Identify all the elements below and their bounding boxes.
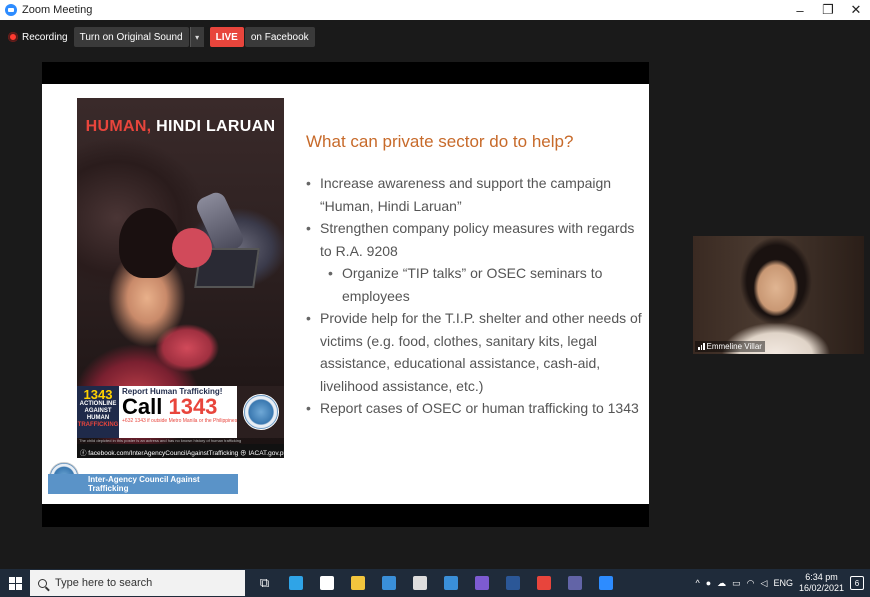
shared-screen: HUMAN, HINDI LARUAN 1343 ACTIONLINE AGAI… (42, 62, 649, 527)
taskbar-search[interactable]: Type here to search (30, 570, 245, 596)
store-icon[interactable] (313, 570, 340, 596)
zoom-icon-glyph (598, 576, 613, 590)
agency-label: Inter-Agency Council Against Trafficking (48, 474, 238, 494)
poster-title: HUMAN, HINDI LARUAN (77, 118, 284, 136)
poster-title-white: HINDI LARUAN (151, 118, 276, 135)
ie-icon[interactable] (437, 570, 464, 596)
actionline-trafficking: TRAFFICKING (77, 422, 119, 428)
onedrive-icon[interactable]: ☁ (717, 578, 726, 589)
zoom-app-icon (5, 4, 17, 16)
tray-overflow-icon[interactable]: ^ (695, 578, 699, 588)
teams-icon-glyph (567, 576, 582, 590)
slide-bullet: Provide help for the T.I.P. shelter and … (304, 307, 644, 397)
participant-video-feed (693, 236, 864, 354)
meeting-status-bar: Recording Turn on Original Sound ▾ LIVE … (8, 26, 315, 48)
search-icon (38, 578, 47, 588)
chrome-icon[interactable] (530, 570, 557, 596)
original-sound-button[interactable]: Turn on Original Sound (73, 27, 189, 47)
participant-video[interactable]: Emmeline Villar (693, 236, 864, 354)
poster-photo-detail (119, 208, 179, 278)
chrome-icon-glyph (536, 576, 551, 590)
actionline-box: 1343 ACTIONLINE AGAINST HUMAN TRAFFICKIN… (77, 386, 119, 438)
viber-icon-glyph (474, 576, 489, 590)
recording-indicator[interactable]: Recording (8, 32, 68, 43)
viber-icon[interactable] (468, 570, 495, 596)
slide-bullets: Increase awareness and support the campa… (304, 172, 644, 420)
poster-footer: ⓕ facebook.com/InterAgencyCouncilAgainst… (77, 444, 284, 458)
wifi-icon[interactable]: ◠ (747, 578, 755, 589)
call-number: 1343 (168, 394, 218, 419)
actionline-label: ACTIONLINE (79, 401, 117, 407)
search-placeholder: Type here to search (55, 577, 153, 589)
ie-icon-glyph (443, 576, 458, 590)
original-sound-dropdown-icon[interactable]: ▾ (189, 27, 204, 47)
presentation-slide: HUMAN, HINDI LARUAN 1343 ACTIONLINE AGAI… (42, 84, 649, 504)
participant-name-tag: Emmeline Villar (695, 341, 765, 352)
recording-icon (8, 32, 18, 42)
slide-heading: What can private sector do to help? (306, 132, 574, 151)
windows-taskbar: Type here to search ⧉ ^ ● ☁ ▭ ◠ ◁ ENG 6:… (0, 569, 870, 597)
call-line: Call 1343 (122, 396, 234, 418)
store-icon-glyph (319, 576, 334, 590)
clock-date: 16/02/2021 (798, 583, 844, 593)
vpn-icon-glyph (412, 576, 427, 590)
campaign-poster: HUMAN, HINDI LARUAN 1343 ACTIONLINE AGAI… (77, 98, 284, 458)
word-icon[interactable] (499, 570, 526, 596)
minimize-button[interactable]: – (786, 3, 814, 18)
language-indicator[interactable]: ENG (773, 578, 793, 588)
seal-box (237, 386, 284, 438)
recording-label: Recording (22, 31, 68, 43)
slide-bullet: Strengthen company policy measures with … (304, 217, 644, 262)
clock[interactable]: 6:34 pm 16/02/2021 (799, 572, 844, 594)
slide-sub-bullet: Organize “TIP talks” or OSEC seminars to… (304, 262, 644, 307)
start-button[interactable] (0, 569, 30, 597)
file-explorer-icon[interactable] (344, 570, 371, 596)
edge-icon[interactable] (282, 570, 309, 596)
zoom-icon[interactable] (592, 570, 619, 596)
notifications-icon[interactable]: 6 (850, 576, 864, 590)
edge-icon-glyph (288, 576, 303, 590)
agency-seal-icon (242, 394, 279, 430)
task-view-icon[interactable]: ⧉ (251, 570, 278, 596)
file-explorer-icon-glyph (350, 576, 365, 590)
word-icon-glyph (505, 576, 520, 590)
poster-title-red: HUMAN, (85, 118, 152, 135)
mail-icon-glyph (381, 576, 396, 590)
slide-bullet: Increase awareness and support the campa… (304, 172, 644, 217)
poster-disclaimer: The child depicted in this poster is an … (79, 438, 242, 443)
mail-icon[interactable] (375, 570, 402, 596)
vpn-icon[interactable] (406, 570, 433, 596)
window-titlebar: Zoom Meeting – ❐ ✕ (0, 0, 870, 20)
poster-photo-detail (172, 228, 212, 268)
slide-bullet: Report cases of OSEC or human traffickin… (304, 397, 644, 420)
live-target-button[interactable]: on Facebook (244, 27, 315, 47)
meeting-area: Recording Turn on Original Sound ▾ LIVE … (0, 20, 870, 569)
system-tray: ^ ● ☁ ▭ ◠ ◁ ENG 6:34 pm 16/02/2021 6 (695, 572, 870, 594)
restore-button[interactable]: ❐ (814, 2, 842, 18)
call-box: Report Human Trafficking! Call 1343 +632… (119, 386, 237, 438)
participant-name: Emmeline Villar (706, 342, 762, 351)
volume-icon[interactable]: ◁ (761, 578, 768, 589)
actionline-number: 1343 (83, 387, 113, 402)
network-icon[interactable]: ▭ (732, 578, 741, 589)
hotline-banner: 1343 ACTIONLINE AGAINST HUMAN TRAFFICKIN… (77, 386, 284, 438)
close-button[interactable]: ✕ (842, 2, 870, 18)
microphone-icon[interactable]: ● (706, 578, 711, 588)
teams-icon[interactable] (561, 570, 588, 596)
live-badge[interactable]: LIVE (209, 27, 244, 47)
connection-signal-icon (698, 343, 705, 350)
actionline-against: AGAINST HUMAN (84, 408, 112, 421)
window-title: Zoom Meeting (22, 4, 93, 16)
call-prefix: Call (122, 394, 169, 419)
pinned-apps: ⧉ (251, 570, 619, 596)
clock-time: 6:34 pm (805, 572, 838, 582)
windows-logo-icon (8, 576, 22, 590)
call-sub: +632 1343 if outside Metro Manila or the… (122, 418, 238, 424)
